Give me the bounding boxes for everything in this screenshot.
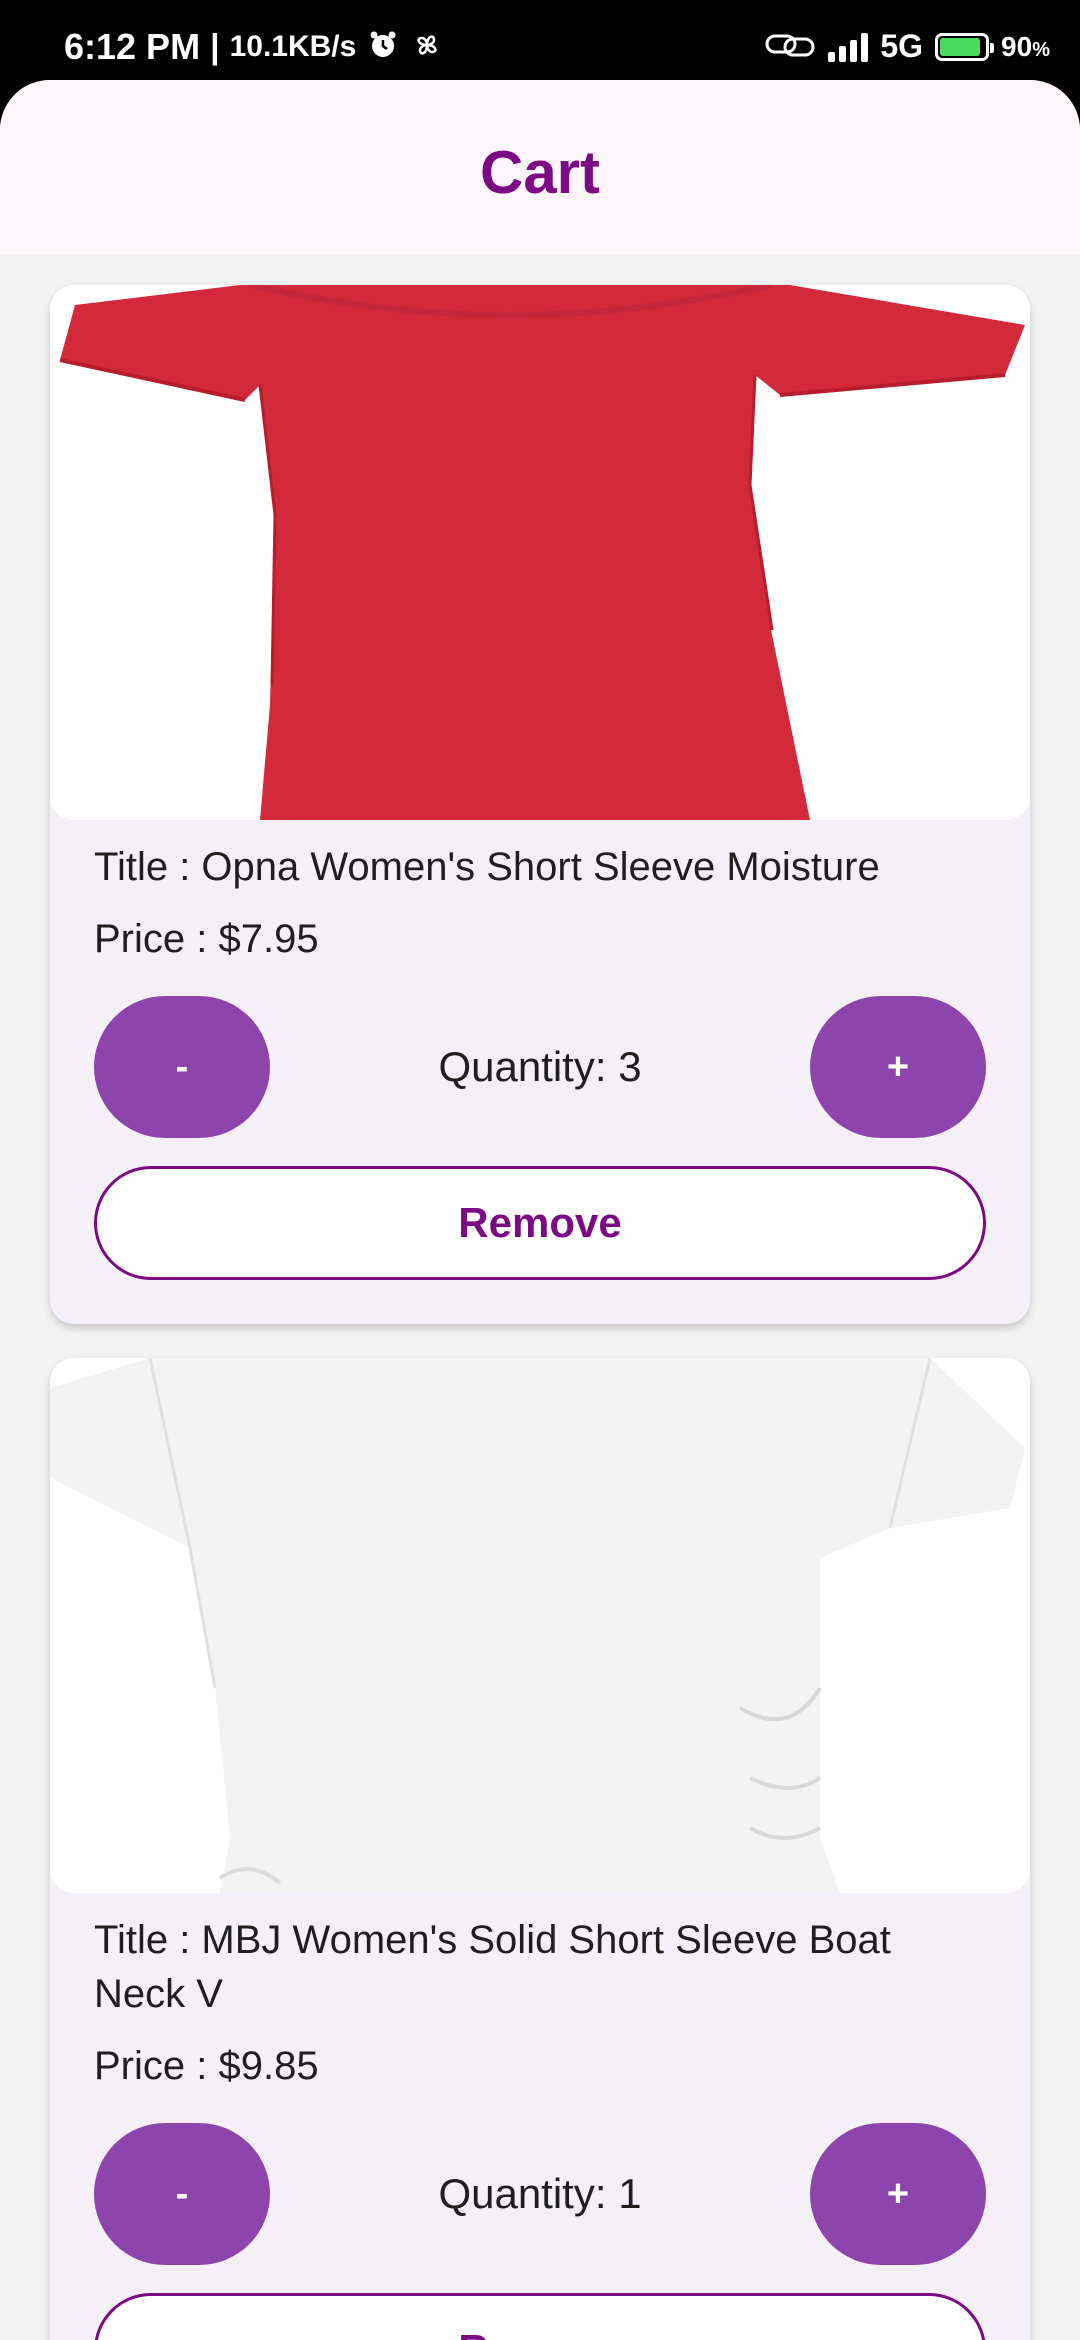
status-separator: | [210, 27, 220, 66]
quantity-stepper: Quantity: 1 - + [94, 2123, 986, 2265]
product-image [50, 285, 1030, 820]
battery-percent-unit: % [1032, 38, 1050, 61]
cart-item-card: Title : Opna Women's Short Sleeve Moistu… [50, 285, 1030, 1324]
card-bottom-spacer [50, 1280, 1030, 1324]
remove-button[interactable]: Remove [94, 2293, 986, 2340]
alarm-icon [366, 30, 400, 64]
increase-quantity-button[interactable]: + [810, 2123, 986, 2265]
status-bar-right: 5G 90% [764, 28, 1050, 65]
status-network-speed: 10.1KB/s [229, 30, 357, 63]
battery-percent: 90% [1001, 31, 1050, 63]
signal-icon [828, 32, 869, 62]
product-title: Title : MBJ Women's Solid Short Sleeve B… [94, 1918, 891, 2016]
remove-button[interactable]: Remove [94, 1166, 986, 1280]
product-price: Price : $7.95 [94, 917, 319, 961]
product-price: Price : $9.85 [94, 2044, 319, 2088]
status-bar-left: 6:12 PM | 10.1KB/s [64, 26, 444, 68]
product-image [50, 1358, 1030, 1893]
link-icon [764, 30, 816, 64]
cart-item-card: Title : MBJ Women's Solid Short Sleeve B… [50, 1358, 1030, 2340]
decrease-quantity-button[interactable]: - [94, 996, 270, 1138]
cart-list[interactable]: Title : Opna Women's Short Sleeve Moistu… [0, 255, 1080, 2340]
pinwheel-icon [410, 30, 444, 64]
status-network-type: 5G [880, 28, 924, 64]
page-title: Cart [479, 139, 601, 206]
top-app-bar: Cart [0, 80, 1080, 255]
battery-percent-value: 90 [1001, 30, 1033, 62]
product-title: Title : Opna Women's Short Sleeve Moistu… [94, 845, 880, 889]
quantity-stepper: Quantity: 3 - + [94, 996, 986, 1138]
battery-icon [935, 32, 995, 61]
battery-fill [940, 37, 980, 56]
decrease-quantity-button[interactable]: - [94, 2123, 270, 2265]
increase-quantity-button[interactable]: + [810, 996, 986, 1138]
status-time: 6:12 PM [64, 26, 201, 67]
app-screen: Cart Title : Opna Women's Short Sleeve M… [0, 80, 1080, 2340]
